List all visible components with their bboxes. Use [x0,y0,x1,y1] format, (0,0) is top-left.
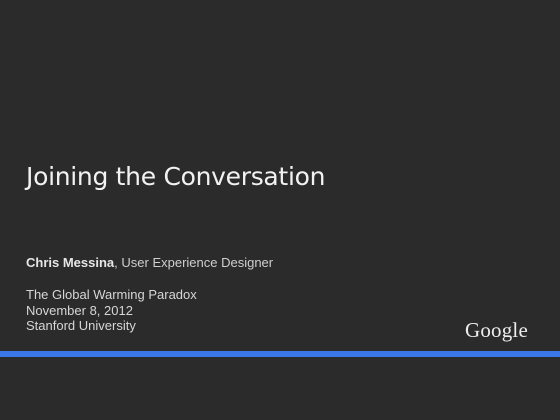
event-venue: Stanford University [26,318,136,333]
presenter-name: Chris Messina [26,255,115,270]
slide: Joining the Conversation Chris Messina, … [0,0,560,420]
slide-title: Joining the Conversation [26,162,326,191]
event-name: The Global Warming Paradox [26,287,197,302]
event-date: November 8, 2012 [26,302,133,318]
google-logo: Google [464,318,528,342]
accent-bar [0,351,560,357]
event-details: The Global Warming Paradox November 8, 2… [26,287,197,334]
presenter-role: , User Experience Designer [114,255,274,270]
presenter-line: Chris Messina, User Experience Designer [26,255,273,270]
